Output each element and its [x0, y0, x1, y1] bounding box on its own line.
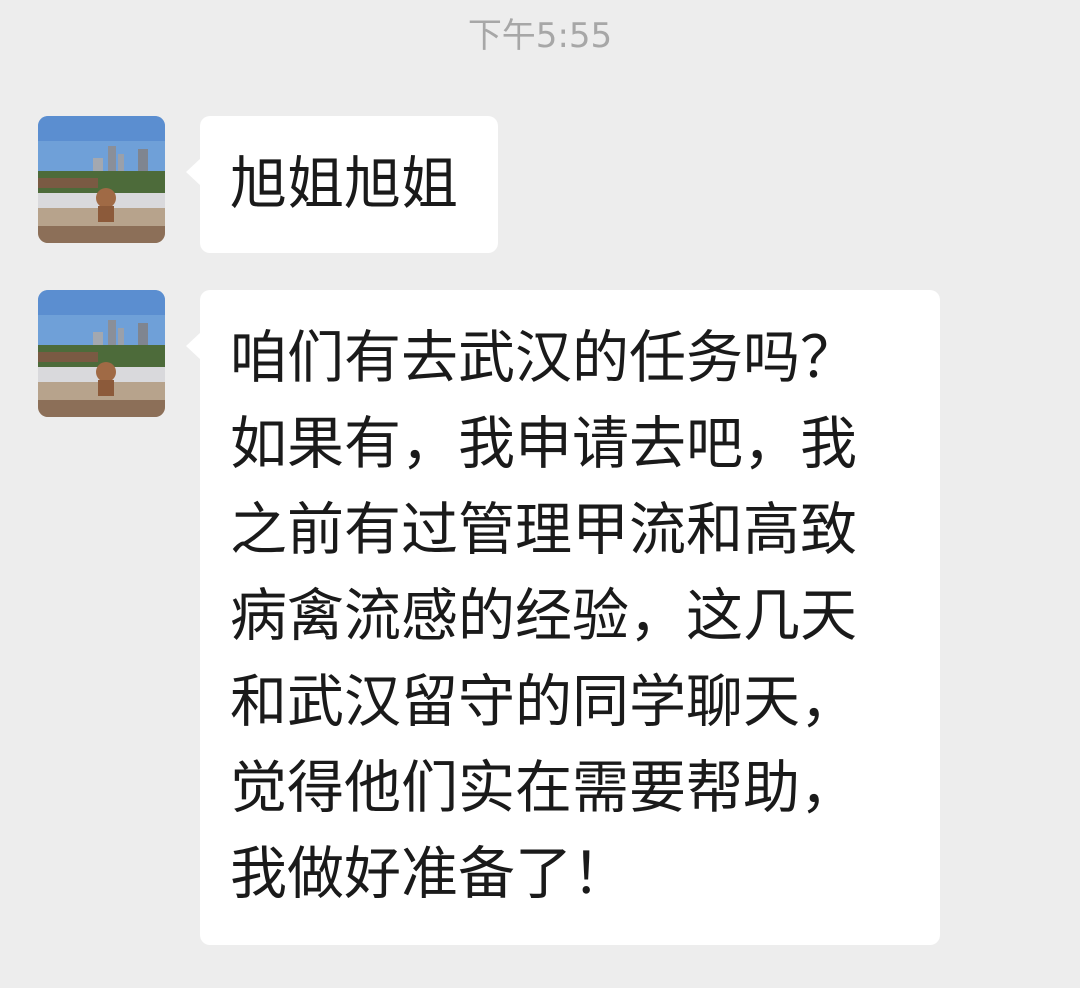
message-text-line: 我做好准备了！	[230, 841, 629, 907]
message-bubble[interactable]: 咱们有去武汉的任务吗？ 如果有，我申请去吧，我 之前有过管理甲流和高致 病禽流感…	[186, 290, 940, 945]
sender-avatar[interactable]	[38, 290, 165, 417]
message-bubble[interactable]: 旭姐旭姐	[186, 116, 498, 253]
message-text-line: 觉得他们实在需要帮助，	[230, 755, 857, 821]
city-rooftop-avatar-image	[38, 290, 165, 417]
message-text-line: 咱们有去武汉的任务吗？	[230, 325, 857, 391]
message-text-line: 如果有，我申请去吧，我	[230, 411, 857, 477]
message-text-line: 和武汉留守的同学聊天，	[230, 669, 857, 735]
message-text: 旭姐旭姐	[230, 151, 458, 217]
message-text-line: 之前有过管理甲流和高致	[230, 497, 857, 563]
sender-avatar[interactable]	[38, 116, 165, 243]
message-timestamp: 下午5:55	[467, 16, 613, 56]
message-text-line: 病禽流感的经验，这几天	[230, 583, 857, 649]
city-rooftop-avatar-image	[38, 116, 165, 243]
chat-window: 下午5:55 旭姐旭姐 咱们有去武汉的任务吗？ 如果有，我申请去吧，我 之前有过…	[0, 0, 1080, 988]
